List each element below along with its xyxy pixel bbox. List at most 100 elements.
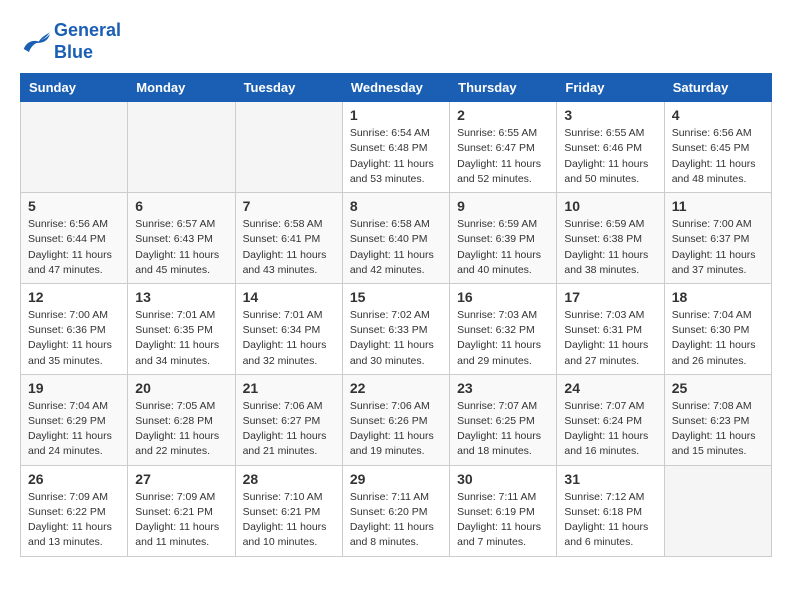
calendar-cell xyxy=(128,102,235,193)
day-number: 28 xyxy=(243,471,335,487)
day-info: Sunrise: 7:08 AMSunset: 6:23 PMDaylight:… xyxy=(672,399,764,460)
calendar-cell: 30 Sunrise: 7:11 AMSunset: 6:19 PMDayligh… xyxy=(450,465,557,556)
day-info: Sunrise: 7:06 AMSunset: 6:27 PMDaylight:… xyxy=(243,399,335,460)
day-info: Sunrise: 7:12 AMSunset: 6:18 PMDaylight:… xyxy=(564,490,656,551)
day-info: Sunrise: 7:10 AMSunset: 6:21 PMDaylight:… xyxy=(243,490,335,551)
calendar-cell: 16 Sunrise: 7:03 AMSunset: 6:32 PMDayligh… xyxy=(450,283,557,374)
day-number: 30 xyxy=(457,471,549,487)
calendar-cell: 15 Sunrise: 7:02 AMSunset: 6:33 PMDayligh… xyxy=(342,283,449,374)
day-number: 29 xyxy=(350,471,442,487)
col-header-thursday: Thursday xyxy=(450,74,557,102)
calendar-cell: 12Sunrise: 7:00 AMSunset: 6:36 PMDayligh… xyxy=(21,283,128,374)
calendar-cell: 8 Sunrise: 6:58 AMSunset: 6:40 PMDaylight… xyxy=(342,193,449,284)
logo: General Blue xyxy=(20,20,121,63)
calendar-week-row: 26 Sunrise: 7:09 AMSunset: 6:22 PMDayligh… xyxy=(21,465,772,556)
day-info: Sunrise: 6:56 AMSunset: 6:45 PMDaylight:… xyxy=(672,126,764,187)
day-number: 27 xyxy=(135,471,227,487)
calendar-week-row: 5 Sunrise: 6:56 AMSunset: 6:44 PMDaylight… xyxy=(21,193,772,284)
calendar-header-row: SundayMondayTuesdayWednesdayThursdayFrid… xyxy=(21,74,772,102)
day-number: 8 xyxy=(350,198,442,214)
day-number: 13 xyxy=(135,289,227,305)
calendar-cell: 5 Sunrise: 6:56 AMSunset: 6:44 PMDaylight… xyxy=(21,193,128,284)
day-info: Sunrise: 7:09 AMSunset: 6:22 PMDaylight:… xyxy=(28,490,120,551)
calendar-week-row: 1 Sunrise: 6:54 AMSunset: 6:48 PMDaylight… xyxy=(21,102,772,193)
day-number: 1 xyxy=(350,107,442,123)
calendar-cell: 20 Sunrise: 7:05 AMSunset: 6:28 PMDayligh… xyxy=(128,374,235,465)
day-info: Sunrise: 7:05 AMSunset: 6:28 PMDaylight:… xyxy=(135,399,227,460)
day-number: 24 xyxy=(564,380,656,396)
day-number: 7 xyxy=(243,198,335,214)
day-info: Sunrise: 7:09 AMSunset: 6:21 PMDaylight:… xyxy=(135,490,227,551)
day-info: Sunrise: 7:03 AMSunset: 6:32 PMDaylight:… xyxy=(457,308,549,369)
day-info: Sunrise: 6:58 AMSunset: 6:41 PMDaylight:… xyxy=(243,217,335,278)
day-number: 14 xyxy=(243,289,335,305)
calendar-table: SundayMondayTuesdayWednesdayThursdayFrid… xyxy=(20,73,772,556)
calendar-cell: 7 Sunrise: 6:58 AMSunset: 6:41 PMDaylight… xyxy=(235,193,342,284)
day-info: Sunrise: 7:06 AMSunset: 6:26 PMDaylight:… xyxy=(350,399,442,460)
col-header-wednesday: Wednesday xyxy=(342,74,449,102)
calendar-week-row: 12Sunrise: 7:00 AMSunset: 6:36 PMDayligh… xyxy=(21,283,772,374)
day-number: 10 xyxy=(564,198,656,214)
calendar-cell: 3 Sunrise: 6:55 AMSunset: 6:46 PMDaylight… xyxy=(557,102,664,193)
day-number: 3 xyxy=(564,107,656,123)
logo-icon xyxy=(20,28,50,56)
day-number: 26 xyxy=(28,471,120,487)
calendar-cell xyxy=(21,102,128,193)
calendar-cell xyxy=(235,102,342,193)
day-number: 17 xyxy=(564,289,656,305)
day-info: Sunrise: 7:02 AMSunset: 6:33 PMDaylight:… xyxy=(350,308,442,369)
calendar-cell: 17 Sunrise: 7:03 AMSunset: 6:31 PMDayligh… xyxy=(557,283,664,374)
day-info: Sunrise: 7:04 AMSunset: 6:29 PMDaylight:… xyxy=(28,399,120,460)
calendar-cell: 9 Sunrise: 6:59 AMSunset: 6:39 PMDaylight… xyxy=(450,193,557,284)
col-header-sunday: Sunday xyxy=(21,74,128,102)
day-number: 9 xyxy=(457,198,549,214)
day-number: 5 xyxy=(28,198,120,214)
col-header-friday: Friday xyxy=(557,74,664,102)
day-info: Sunrise: 7:11 AMSunset: 6:20 PMDaylight:… xyxy=(350,490,442,551)
calendar-cell: 28 Sunrise: 7:10 AMSunset: 6:21 PMDayligh… xyxy=(235,465,342,556)
calendar-cell xyxy=(664,465,771,556)
day-info: Sunrise: 6:58 AMSunset: 6:40 PMDaylight:… xyxy=(350,217,442,278)
calendar-cell: 19Sunrise: 7:04 AMSunset: 6:29 PMDayligh… xyxy=(21,374,128,465)
day-number: 18 xyxy=(672,289,764,305)
day-number: 25 xyxy=(672,380,764,396)
day-info: Sunrise: 7:04 AMSunset: 6:30 PMDaylight:… xyxy=(672,308,764,369)
day-info: Sunrise: 7:03 AMSunset: 6:31 PMDaylight:… xyxy=(564,308,656,369)
calendar-cell: 1 Sunrise: 6:54 AMSunset: 6:48 PMDaylight… xyxy=(342,102,449,193)
day-info: Sunrise: 6:56 AMSunset: 6:44 PMDaylight:… xyxy=(28,217,120,278)
col-header-saturday: Saturday xyxy=(664,74,771,102)
calendar-cell: 21Sunrise: 7:06 AMSunset: 6:27 PMDayligh… xyxy=(235,374,342,465)
day-info: Sunrise: 7:07 AMSunset: 6:24 PMDaylight:… xyxy=(564,399,656,460)
calendar-cell: 23 Sunrise: 7:07 AMSunset: 6:25 PMDayligh… xyxy=(450,374,557,465)
calendar-cell: 10 Sunrise: 6:59 AMSunset: 6:38 PMDayligh… xyxy=(557,193,664,284)
logo-text: General Blue xyxy=(54,20,121,63)
day-info: Sunrise: 6:57 AMSunset: 6:43 PMDaylight:… xyxy=(135,217,227,278)
day-info: Sunrise: 6:55 AMSunset: 6:46 PMDaylight:… xyxy=(564,126,656,187)
calendar-cell: 6Sunrise: 6:57 AMSunset: 6:43 PMDaylight… xyxy=(128,193,235,284)
day-info: Sunrise: 6:59 AMSunset: 6:39 PMDaylight:… xyxy=(457,217,549,278)
day-number: 15 xyxy=(350,289,442,305)
day-number: 16 xyxy=(457,289,549,305)
page-header: General Blue xyxy=(20,20,772,63)
day-number: 22 xyxy=(350,380,442,396)
col-header-monday: Monday xyxy=(128,74,235,102)
calendar-cell: 24 Sunrise: 7:07 AMSunset: 6:24 PMDayligh… xyxy=(557,374,664,465)
calendar-cell: 11Sunrise: 7:00 AMSunset: 6:37 PMDayligh… xyxy=(664,193,771,284)
day-info: Sunrise: 7:01 AMSunset: 6:35 PMDaylight:… xyxy=(135,308,227,369)
day-number: 20 xyxy=(135,380,227,396)
day-info: Sunrise: 6:59 AMSunset: 6:38 PMDaylight:… xyxy=(564,217,656,278)
col-header-tuesday: Tuesday xyxy=(235,74,342,102)
day-number: 11 xyxy=(672,198,764,214)
day-info: Sunrise: 7:07 AMSunset: 6:25 PMDaylight:… xyxy=(457,399,549,460)
day-number: 23 xyxy=(457,380,549,396)
calendar-cell: 31Sunrise: 7:12 AMSunset: 6:18 PMDayligh… xyxy=(557,465,664,556)
day-info: Sunrise: 6:54 AMSunset: 6:48 PMDaylight:… xyxy=(350,126,442,187)
day-info: Sunrise: 7:01 AMSunset: 6:34 PMDaylight:… xyxy=(243,308,335,369)
day-info: Sunrise: 7:11 AMSunset: 6:19 PMDaylight:… xyxy=(457,490,549,551)
calendar-cell: 29 Sunrise: 7:11 AMSunset: 6:20 PMDayligh… xyxy=(342,465,449,556)
calendar-week-row: 19Sunrise: 7:04 AMSunset: 6:29 PMDayligh… xyxy=(21,374,772,465)
calendar-cell: 18 Sunrise: 7:04 AMSunset: 6:30 PMDayligh… xyxy=(664,283,771,374)
calendar-cell: 13 Sunrise: 7:01 AMSunset: 6:35 PMDayligh… xyxy=(128,283,235,374)
calendar-cell: 4Sunrise: 6:56 AMSunset: 6:45 PMDaylight… xyxy=(664,102,771,193)
day-number: 2 xyxy=(457,107,549,123)
